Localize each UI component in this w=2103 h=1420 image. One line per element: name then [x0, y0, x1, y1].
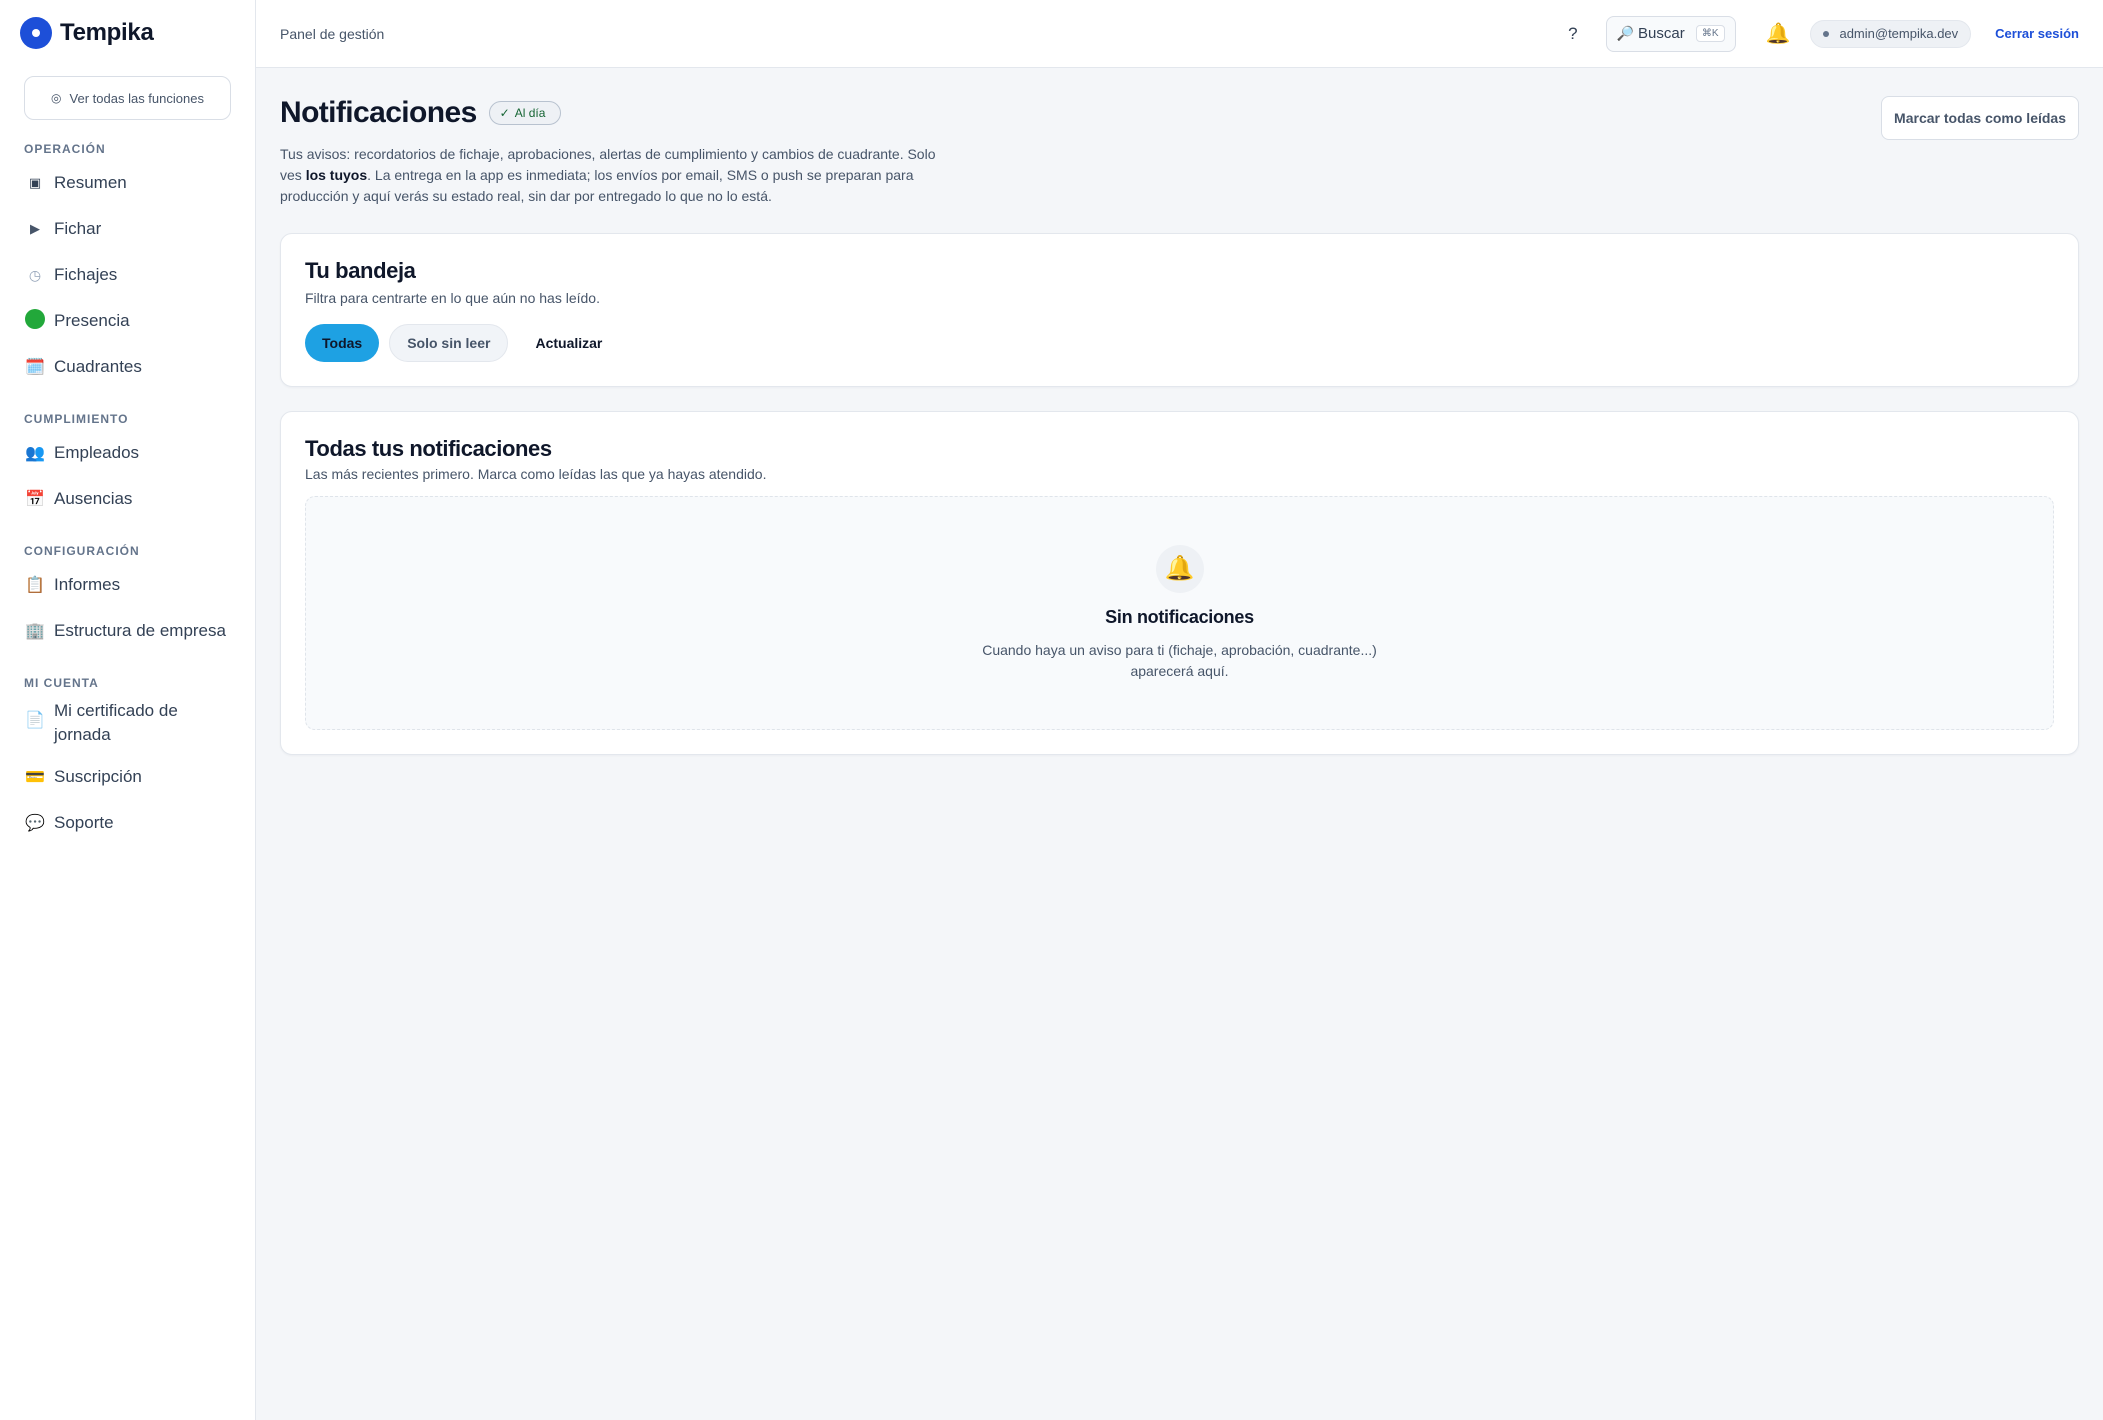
help-button[interactable]: ? [1568, 24, 1577, 44]
nav-section-cumplimiento: CUMPLIMIENTO [24, 412, 129, 426]
document-icon: 📄 [25, 712, 45, 729]
empty-state-title: Sin notificaciones [1105, 606, 1254, 627]
page-intro: Tus avisos: recordatorios de fichaje, ap… [280, 144, 960, 207]
sidebar-item-label: Fichajes [54, 265, 118, 284]
intro-text-2: . La entrega en la app es inmediata; los… [280, 167, 914, 204]
page-title: Notificaciones [280, 96, 477, 129]
notifications-card: Todas tus notificaciones Las más recient… [280, 411, 2079, 755]
inbox-subtitle: Filtra para centrarte en lo que aún no h… [305, 290, 600, 306]
empty-state: 🔔 Sin notificaciones Cuando haya un avis… [305, 496, 2054, 730]
sidebar-item-fichar[interactable]: ▶ Fichar [24, 206, 231, 252]
title-line: Notificaciones ✓ Al día [280, 96, 960, 130]
building-icon: 🏢 [25, 623, 45, 640]
sidebar-item-empleados[interactable]: 👥 Empleados [24, 430, 231, 476]
check-icon: ✓ [499, 106, 510, 120]
see-all-label: Ver todas las funciones [69, 90, 204, 106]
sidebar-item-label: Ausencias [54, 489, 133, 508]
target-icon: ◎ [51, 91, 62, 105]
square-icon: ▣ [28, 175, 42, 190]
sidebar-item-fichajes[interactable]: ◷ Fichajes [24, 252, 231, 298]
sidebar-item-estructura[interactable]: 🏢 Estructura de empresa [24, 608, 231, 654]
speech-bubble-icon: 💬 [25, 815, 45, 832]
clipboard-icon: 📋 [25, 577, 45, 594]
brand-name: Tempika [60, 19, 154, 46]
bell-icon: 🔔 [1155, 544, 1204, 593]
topbar-actions: ? 🔎 Buscar ⌘K 🔔 admin@tempika.dev Cerrar… [1568, 15, 2079, 52]
sidebar: Tempika ◎ Ver todas las funciones OPERAC… [0, 0, 256, 1420]
inbox-filters: Todas Solo sin leer Actualizar [305, 324, 2054, 362]
notifications-title: Todas tus notificaciones [305, 436, 552, 461]
search-label: Buscar [1638, 25, 1685, 42]
main-area: Panel de gestión ? 🔎 Buscar ⌘K 🔔 admin@t… [256, 0, 2103, 1420]
topbar: Panel de gestión ? 🔎 Buscar ⌘K 🔔 admin@t… [256, 0, 2103, 68]
sidebar-item-cuadrantes[interactable]: 🗓️ Cuadrantes [24, 344, 231, 390]
see-all-features-button[interactable]: ◎ Ver todas las funciones [24, 76, 231, 120]
search-button[interactable]: 🔎 Buscar ⌘K [1605, 15, 1736, 52]
date-icon: 📅 [25, 491, 45, 508]
sidebar-item-presencia[interactable]: Presencia [24, 298, 231, 344]
user-status-dot [1823, 30, 1830, 37]
page-header: Notificaciones ✓ Al día Tus avisos: reco… [280, 96, 2079, 207]
breadcrumb: Panel de gestión [280, 25, 385, 42]
sidebar-item-label: Fichar [54, 219, 102, 238]
sidebar-item-informes[interactable]: 📋 Informes [24, 562, 231, 608]
calendar-icon: 🗓️ [25, 359, 45, 376]
sidebar-item-label: Cuadrantes [54, 357, 142, 376]
sidebar-item-certificado[interactable]: 📄 Mi certificado de jornada [24, 694, 231, 754]
sidebar-item-label: Empleados [54, 443, 140, 462]
brand[interactable]: Tempika [20, 0, 231, 66]
empty-state-text: Cuando haya un aviso para ti (fichaje, a… [982, 641, 1377, 679]
status-badge: ✓ Al día [488, 101, 562, 125]
sidebar-item-label: Suscripción [54, 767, 142, 786]
notifications-bell-icon[interactable]: 🔔 [1766, 21, 1791, 46]
brand-logo-icon [20, 17, 52, 49]
people-icon: 👥 [25, 445, 45, 462]
sidebar-item-label: Presencia [54, 311, 130, 330]
clock-icon: ◷ [28, 266, 42, 283]
sidebar-item-resumen[interactable]: ▣ Resumen [24, 160, 231, 206]
credit-card-icon: 💳 [25, 769, 45, 786]
sidebar-item-label: Informes [54, 575, 121, 594]
sidebar-item-soporte[interactable]: 💬 Soporte [24, 800, 231, 846]
user-email: admin@tempika.dev [1839, 26, 1959, 41]
sidebar-item-label: Estructura de empresa [54, 621, 226, 640]
mark-all-read-button[interactable]: Marcar todas como leídas [1881, 96, 2079, 140]
filter-all-button[interactable]: Todas [305, 324, 380, 362]
refresh-button[interactable]: Actualizar [518, 324, 619, 362]
nav-section-configuracion: CONFIGURACIÓN [24, 544, 140, 558]
sidebar-item-suscripcion[interactable]: 💳 Suscripción [24, 754, 231, 800]
app-root: Tempika ◎ Ver todas las funciones OPERAC… [0, 0, 2103, 1420]
content: Notificaciones ✓ Al día Tus avisos: reco… [256, 68, 2103, 755]
sidebar-item-label: Resumen [54, 173, 127, 192]
sidebar-item-label: Soporte [54, 813, 114, 832]
logout-link[interactable]: Cerrar sesión [1995, 26, 2079, 41]
inbox-title: Tu bandeja [305, 258, 416, 283]
user-menu[interactable]: admin@tempika.dev [1810, 19, 1972, 48]
sidebar-item-ausencias[interactable]: 📅 Ausencias [24, 476, 231, 522]
search-icon: 🔎 [1616, 25, 1634, 41]
search-shortcut: ⌘K [1695, 25, 1725, 42]
play-icon: ▶ [30, 221, 40, 236]
inbox-card: Tu bandeja Filtra para centrarte en lo q… [280, 233, 2079, 387]
status-badge-label: Al día [514, 106, 546, 120]
nav-section-mi-cuenta: MI CUENTA [24, 676, 99, 690]
page-header-text: Notificaciones ✓ Al día Tus avisos: reco… [280, 96, 960, 207]
nav-section-operacion: OPERACIÓN [24, 142, 106, 156]
intro-bold: los tuyos [305, 167, 368, 183]
filter-unread-button[interactable]: Solo sin leer [389, 324, 509, 362]
green-dot-icon [24, 308, 46, 334]
sidebar-item-label: Mi certificado de jornada [54, 701, 178, 744]
notifications-subtitle: Las más recientes primero. Marca como le… [305, 466, 767, 482]
